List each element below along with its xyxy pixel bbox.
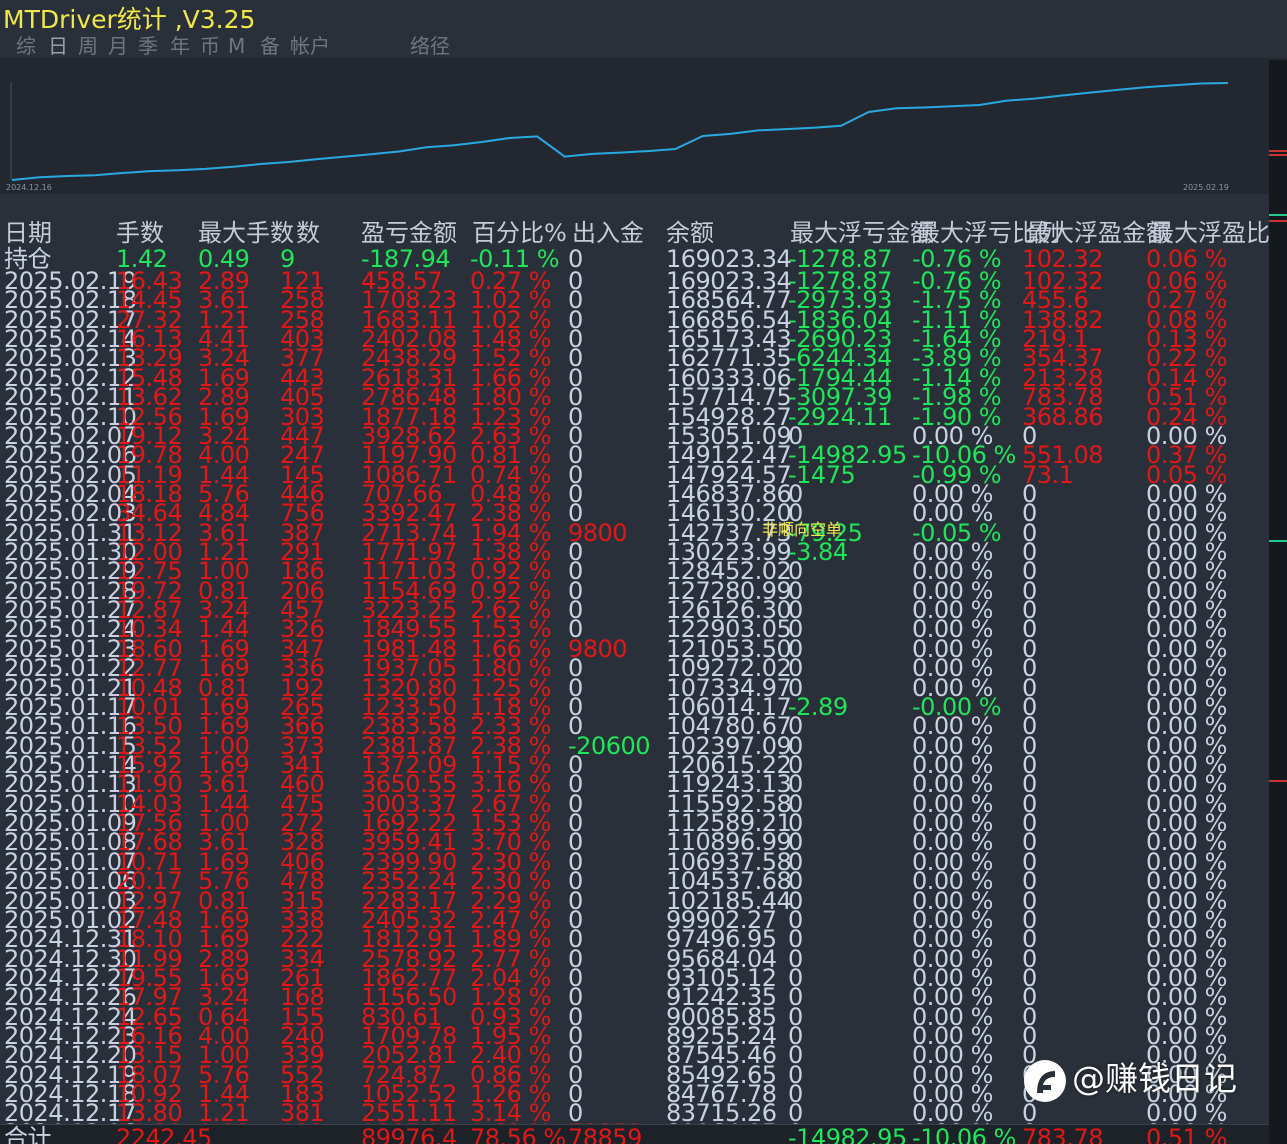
column-header[interactable]: 数 <box>296 218 320 248</box>
mtdriver-stats-window: MTDriver统计 ,V3.25 综日周月季年币 M 备帐户 络径 2024.12.… <box>0 0 1287 1144</box>
total-pct: 78.56 % <box>470 1124 566 1144</box>
strip-marker <box>1269 154 1287 156</box>
total-max-float-profit-pct: 0.51 % <box>1146 1124 1227 1144</box>
total-label: 合计 <box>4 1124 52 1144</box>
watermark: @赚钱日记 <box>1024 1052 1237 1102</box>
balance-graph: 2024.12.16 2025.02.19 <box>0 58 1287 194</box>
menu-item[interactable]: 年 <box>170 34 190 58</box>
app-title: MTDriver统计 ,V3.25 <box>3 5 256 34</box>
menu-item[interactable]: 帐户 <box>290 34 330 58</box>
strip-marker <box>1269 220 1287 222</box>
menu-item[interactable]: 月 <box>108 34 128 58</box>
strip-marker <box>1269 150 1287 152</box>
total-pnl: 89976.4 <box>361 1124 457 1144</box>
graph-start-date: 2024.12.16 <box>6 183 52 192</box>
graph-end-date: 2025.02.19 <box>1183 183 1229 192</box>
menu-item[interactable]: 络径 <box>410 34 450 58</box>
menu-item[interactable]: 日 <box>48 34 68 58</box>
balance-curve <box>10 82 1229 181</box>
strip-marker <box>1269 214 1287 216</box>
menu-item[interactable]: M <box>228 34 245 58</box>
menu-item[interactable]: 备 <box>260 34 280 58</box>
right-panel-strip <box>1269 60 1287 1144</box>
menu-item[interactable]: 周 <box>78 34 98 58</box>
column-header[interactable]: 出入金 <box>572 218 644 248</box>
total-max-float-profit: 783.78 <box>1022 1124 1103 1144</box>
strip-marker <box>1269 780 1287 782</box>
strip-marker <box>1269 540 1287 542</box>
watermark-text: @赚钱日记 <box>1072 1059 1237 1098</box>
total-row-bar: 合计 2242.45 89976.4 78.56 % 78859 -14982.95 -10… <box>0 1124 1287 1144</box>
watermark-logo-icon <box>1024 1059 1066 1102</box>
stats-table: 日期 手数 最大手数数盈亏金额 百分比% 出入金 余额 最大浮亏金额 最大浮亏比例 最大浮盈金额… <box>0 218 1287 1144</box>
total-max-float-loss-pct: -10.06 % <box>912 1124 1016 1144</box>
menu-item[interactable]: 季 <box>138 34 158 58</box>
menu-item[interactable]: 综 <box>16 34 36 58</box>
menu-item[interactable]: 币 <box>200 34 220 58</box>
tooltip-label: 非顺向空单 <box>762 520 843 539</box>
total-lots: 2242.45 <box>116 1124 212 1144</box>
total-max-float-loss: -14982.95 <box>788 1124 907 1144</box>
total-flow: 78859 <box>568 1124 642 1144</box>
